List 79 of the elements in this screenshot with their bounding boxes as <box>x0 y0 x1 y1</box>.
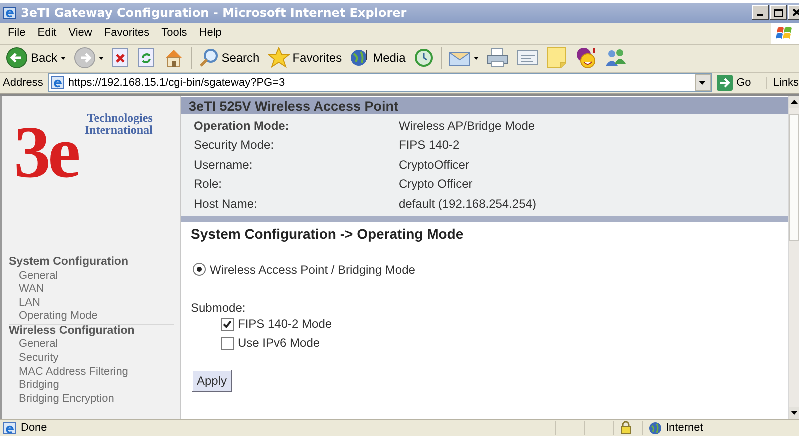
browser-icon <box>3 6 17 20</box>
logo-text: Technologies <box>87 112 153 124</box>
info-label: Operation Mode: <box>194 118 290 133</box>
globe-icon <box>649 422 662 435</box>
printer-icon <box>486 48 509 68</box>
radio-label: Wireless Access Point / Bridging Mode <box>210 262 416 277</box>
zone-label: Internet <box>666 422 704 434</box>
minimize-button[interactable] <box>752 5 769 20</box>
scrollbar[interactable] <box>788 96 799 420</box>
stop-icon <box>112 48 130 68</box>
nav-link[interactable]: General <box>9 338 180 352</box>
favorites-button[interactable]: Favorites <box>264 45 346 72</box>
nav-link[interactable]: Security <box>9 352 180 366</box>
info-label: Role: <box>194 177 224 192</box>
globe-icon <box>350 48 370 68</box>
nav-link[interactable]: Bridging Encryption <box>9 392 180 406</box>
nav-link[interactable]: WAN <box>9 283 180 297</box>
checkbox[interactable] <box>221 336 234 350</box>
address-label: Address <box>3 76 44 89</box>
nav-link[interactable]: Bridging <box>9 379 180 393</box>
caret-icon <box>699 80 706 85</box>
refresh-icon <box>138 48 156 68</box>
dropdown-button[interactable] <box>694 74 711 92</box>
note-icon <box>546 47 567 70</box>
address-field[interactable]: https://192.168.15.1/cgi-bin/sgateway?PG=3 <box>48 73 712 92</box>
maximize-button[interactable] <box>770 5 787 20</box>
flag-logo-icon <box>776 25 794 42</box>
info-label: Username: <box>194 158 254 172</box>
nav-link[interactable]: Operating Mode <box>9 310 180 324</box>
window-title: 3eTI Gateway Configuration - Microsoft Internet Explorer <box>21 6 408 20</box>
status-text: Done <box>21 422 48 434</box>
radio-button[interactable] <box>193 263 206 276</box>
document-icon <box>516 49 539 68</box>
star-icon <box>268 47 290 70</box>
page-icon <box>3 422 17 435</box>
submode-label: Submode: <box>190 300 247 315</box>
people-icon <box>604 48 627 68</box>
maximize-icon <box>774 8 783 17</box>
padlock-icon <box>621 421 631 434</box>
back-button[interactable]: Back <box>3 45 69 72</box>
info-value: CryptoOfficer <box>399 158 470 172</box>
search-button[interactable]: Search <box>196 45 263 72</box>
menu-item[interactable]: Help <box>193 25 228 42</box>
down-arrow-icon[interactable] <box>790 411 798 416</box>
search-icon <box>198 48 219 68</box>
logo-mark: 3e <box>14 120 80 186</box>
logo-text: International <box>84 124 153 136</box>
info-value: FIPS 140-2 <box>399 138 461 152</box>
menu-item[interactable]: Tools <box>156 25 194 42</box>
section-heading: System Configuration -> Operating Mode <box>190 224 465 242</box>
links-button[interactable]: Links <box>766 76 799 89</box>
info-label: Security Mode: <box>194 138 276 152</box>
nav-link[interactable]: LAN <box>9 296 180 310</box>
scroll-thumb[interactable] <box>789 114 799 241</box>
page-icon <box>51 76 66 90</box>
info-label: Host Name: <box>194 197 258 212</box>
nav-link[interactable]: MAC Address Filtering <box>9 366 180 380</box>
go-button[interactable]: Go <box>714 72 758 93</box>
info-value: Crypto Officer <box>399 177 474 192</box>
checkbox-label: Use IPv6 Mode <box>238 336 320 350</box>
close-icon <box>792 9 799 16</box>
device-title-bar: 3eTI 525V Wireless Access Point <box>181 96 788 114</box>
menu-item[interactable]: View <box>62 25 98 42</box>
nav-link[interactable]: General <box>9 270 180 284</box>
right-arrow-icon <box>716 74 733 91</box>
nav-section-title[interactable]: System Configuration <box>9 256 180 270</box>
info-value: Wireless AP/Bridge Mode <box>399 118 536 133</box>
checkbox-label: FIPS 140-2 Mode <box>238 317 332 332</box>
up-arrow-icon[interactable] <box>790 100 798 104</box>
menu-item[interactable]: Edit <box>32 25 63 42</box>
menu-item[interactable]: Favorites <box>98 25 156 42</box>
checkbox[interactable] <box>221 318 234 331</box>
menu-item[interactable]: File <box>2 25 32 42</box>
info-value: default (192.168.254.254) <box>399 197 538 212</box>
smiley-icon <box>574 47 597 70</box>
house-icon <box>164 48 184 68</box>
apply-button[interactable]: Apply <box>192 370 232 392</box>
nav-section-title[interactable]: Wireless Configuration <box>9 324 180 338</box>
media-button[interactable]: Media <box>347 45 409 72</box>
